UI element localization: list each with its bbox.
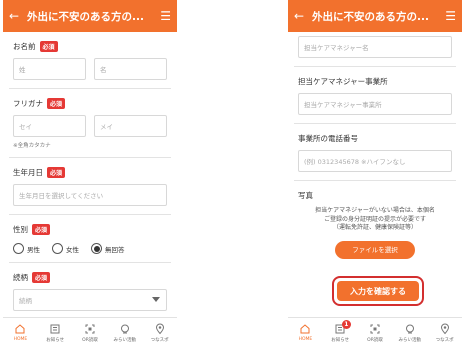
tab-spot[interactable]: つなスポ (427, 318, 462, 347)
tab-label: OR読取 (82, 337, 98, 343)
location-pin-icon (440, 323, 449, 334)
relation-section: 続柄 必須 続柄 (9, 263, 171, 319)
care-manager-name-input[interactable]: 担当ケアマネジャー名 (298, 36, 452, 58)
last-name-input[interactable]: 姓 (13, 58, 86, 80)
location-pin-icon (155, 323, 164, 334)
office-input[interactable]: 担当ケアマネジャー事業所 (298, 93, 452, 115)
office-section: 担当ケアマネジャー事業所 担当ケアマネジャー事業所 (294, 67, 456, 124)
required-badge: 必須 (32, 271, 51, 283)
tab-label: OR読取 (367, 337, 383, 343)
tab-label: つなスポ (435, 337, 454, 343)
page-title: 外出に不安のある方の... (27, 10, 144, 23)
qr-scan-icon (85, 324, 95, 333)
photo-text-line: 担当ケアマネジャーがいない場合は、本個名 (315, 207, 435, 214)
required-badge: 必須 (39, 40, 58, 52)
choose-file-button[interactable]: ファイルを選択 (335, 241, 415, 260)
home-icon (300, 324, 310, 334)
tab-activity[interactable]: みらい活動 (107, 318, 142, 347)
bottom-tab-bar: HOME お知らせ OR読取 みらい活動 つなスポ (3, 317, 177, 347)
photo-instructions: 担当ケアマネジャーがいない場合は、本個名 ご登録の身分証明証の提示が必要です （… (298, 207, 452, 233)
photo-text-line: （運転免許証、健康保険証等） (332, 224, 417, 232)
hamburger-menu-icon[interactable]: ☰ (440, 9, 456, 23)
name-label-row: お名前 必須 (13, 40, 167, 52)
gender-option-label: 男性 (27, 245, 40, 254)
bottom-tab-bar: HOME 1 お知らせ OR読取 みらい活動 つなスポ (288, 317, 462, 347)
required-badge: 必須 (47, 97, 66, 109)
birthdate-input[interactable]: 生年月日を選択してください (13, 184, 167, 206)
arrow-left-icon[interactable]: ← (9, 9, 25, 23)
activity-icon (120, 324, 129, 333)
kana-label-row: フリガナ 必須 (13, 97, 167, 109)
first-kana-input[interactable]: メイ (94, 115, 167, 137)
gender-option-label: 女性 (66, 245, 79, 254)
page-title: 外出に不安のある方の... (312, 10, 429, 23)
tab-qr[interactable]: OR読取 (358, 318, 393, 347)
notification-badge: 1 (341, 320, 351, 329)
app-header: ← 外出に不安のある方の... ☰ (288, 0, 462, 32)
tab-label: お知らせ (46, 337, 65, 343)
gender-option-label: 無回答 (105, 245, 125, 254)
tab-label: みらい活動 (113, 337, 137, 343)
activity-icon (405, 324, 414, 333)
relation-label-row: 続柄 必須 (13, 271, 167, 283)
tab-spot[interactable]: つなスポ (142, 318, 177, 347)
phone-screen-right: ← 外出に不安のある方の... ☰ 担当ケアマネジャー名 担当ケアマネジャー事業… (288, 0, 462, 347)
tab-notice[interactable]: 1 お知らせ (323, 318, 358, 347)
kana-label: フリガナ (13, 98, 43, 108)
required-badge: 必須 (47, 166, 66, 178)
tab-label: お知らせ (331, 337, 350, 343)
tab-home[interactable]: HOME (288, 318, 323, 347)
tab-label: つなスポ (150, 337, 169, 343)
phone-screen-left: ← 外出に不安のある方の... ☰ お名前 必須 姓 名 フリガナ 必須 セイ … (3, 0, 177, 347)
phone-section: 事業所の電話番号 (例) 0312345678 ※ハイフンなし (294, 124, 456, 181)
confirm-input-button[interactable]: 入力を確認する (337, 281, 419, 301)
radio-circle-selected[interactable] (91, 243, 102, 254)
tab-label: みらい活動 (398, 337, 422, 343)
chevron-down-icon (152, 297, 160, 302)
notice-icon (50, 324, 60, 333)
kana-note: ※全角カタカナ (13, 143, 51, 149)
app-header: ← 外出に不安のある方の... ☰ (3, 0, 177, 32)
gender-option-no-answer[interactable]: 無回答 (91, 243, 125, 254)
relation-select-value: 続柄 (19, 297, 32, 305)
tab-home[interactable]: HOME (3, 318, 38, 347)
tab-label: HOME (298, 337, 313, 342)
tab-notice[interactable]: お知らせ (38, 318, 73, 347)
gender-option-female[interactable]: 女性 (52, 243, 79, 254)
form-content: お名前 必須 姓 名 フリガナ 必須 セイ メイ ※全角カタカナ 生年月日 必須 (3, 32, 177, 319)
tab-qr[interactable]: OR読取 (73, 318, 108, 347)
radio-circle[interactable] (52, 243, 63, 254)
name-section: お名前 必須 姓 名 (9, 32, 171, 89)
phone-input[interactable]: (例) 0312345678 ※ハイフンなし (298, 150, 452, 172)
phone-label: 事業所の電話番号 (298, 133, 358, 143)
home-icon (15, 324, 25, 334)
photo-section: 写真 担当ケアマネジャーがいない場合は、本個名 ご登録の身分証明証の提示が必要で… (294, 181, 456, 267)
hamburger-menu-icon[interactable]: ☰ (155, 9, 171, 23)
gender-label-row: 性別 必須 (13, 223, 167, 235)
gender-section: 性別 必須 男性 女性 無回答 (9, 215, 171, 263)
name-label: お名前 (13, 41, 36, 51)
birthdate-section: 生年月日 必須 生年月日を選択してください (9, 158, 171, 215)
care-manager-section: 担当ケアマネジャー名 (294, 32, 456, 67)
tab-activity[interactable]: みらい活動 (392, 318, 427, 347)
gender-option-male[interactable]: 男性 (13, 243, 40, 254)
relation-label: 続柄 (13, 272, 28, 282)
gender-radio-group: 男性 女性 無回答 (13, 243, 167, 254)
kana-section: フリガナ 必須 セイ メイ ※全角カタカナ (9, 89, 171, 158)
qr-scan-icon (370, 324, 380, 333)
tab-label: HOME (13, 337, 28, 342)
relation-select[interactable]: 続柄 (13, 289, 167, 311)
arrow-left-icon[interactable]: ← (294, 9, 310, 23)
birthdate-label-row: 生年月日 必須 (13, 166, 167, 178)
office-label: 担当ケアマネジャー事業所 (298, 76, 388, 86)
required-badge: 必須 (32, 223, 51, 235)
radio-circle[interactable] (13, 243, 24, 254)
first-name-input[interactable]: 名 (94, 58, 167, 80)
photo-label: 写真 (298, 190, 313, 200)
birthdate-label: 生年月日 (13, 167, 43, 177)
gender-label: 性別 (13, 224, 28, 234)
form-content: 担当ケアマネジャー名 担当ケアマネジャー事業所 担当ケアマネジャー事業所 事業所… (288, 32, 462, 267)
last-kana-input[interactable]: セイ (13, 115, 86, 137)
confirm-highlight-frame: 入力を確認する (332, 276, 424, 306)
